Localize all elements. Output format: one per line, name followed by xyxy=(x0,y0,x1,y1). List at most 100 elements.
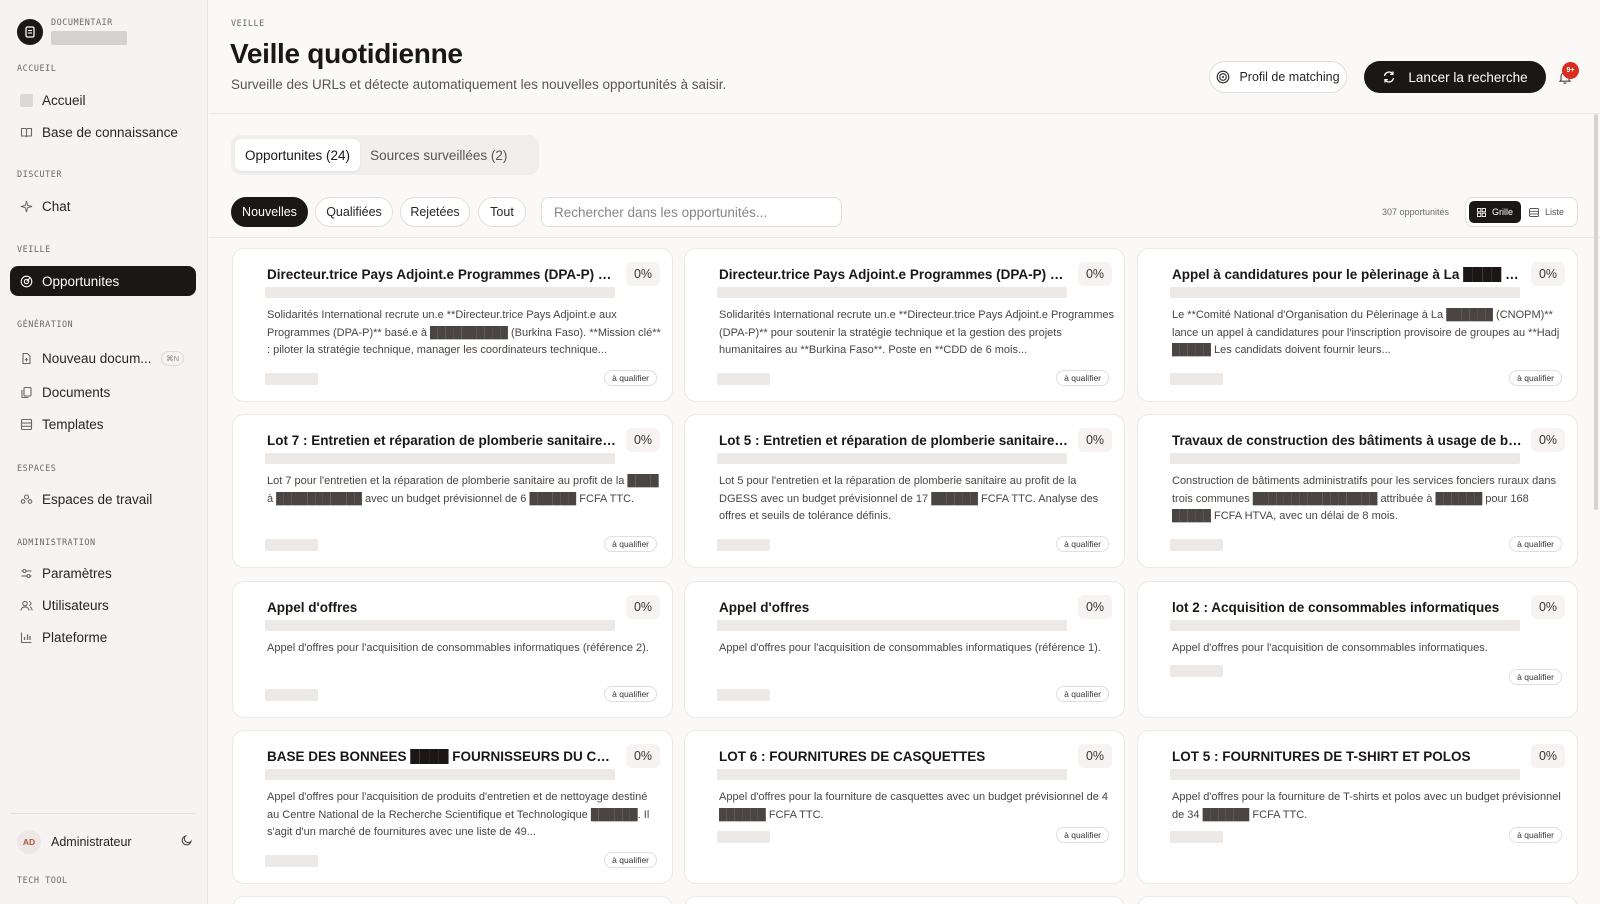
section-discuter: DISCUTER xyxy=(17,170,62,180)
card-title: Appel d'offres xyxy=(719,600,810,615)
opportunity-card[interactable] xyxy=(1137,896,1578,904)
opportunity-card[interactable]: Appel à candidatures pour le pèlerinage … xyxy=(1137,248,1578,402)
layout-icon xyxy=(20,418,33,431)
status-badge[interactable]: à qualifier xyxy=(1056,827,1109,843)
users-group-icon xyxy=(20,493,33,506)
sidebar-item-espaces[interactable]: Espaces de travail xyxy=(10,484,196,514)
sidebar-item-label: Opportunites xyxy=(42,273,120,289)
card-meta-redacted xyxy=(265,620,615,631)
sidebar-item-label: Nouveau docum... xyxy=(42,350,152,366)
sidebar-item-documents[interactable]: Documents xyxy=(10,377,196,407)
card-title: lot 2 : Acquisition de consommables info… xyxy=(1172,600,1500,615)
card-title: Directeur.trice Pays Adjoint.e Programme… xyxy=(719,267,1069,282)
card-meta-redacted xyxy=(265,453,615,464)
filter-tout[interactable]: Tout xyxy=(478,197,526,227)
brand[interactable]: DOCUMENTAIR xyxy=(17,18,127,45)
sidebar-item-base-connaissance[interactable]: Base de connaissance xyxy=(10,117,196,147)
status-badge[interactable]: à qualifier xyxy=(1056,686,1109,702)
sidebar-item-parametres[interactable]: Paramètres xyxy=(10,558,196,588)
sidebar-item-utilisateurs[interactable]: Utilisateurs xyxy=(10,590,196,620)
user-menu[interactable]: AD Administrateur xyxy=(17,830,193,854)
card-match-score: 0% xyxy=(626,595,660,619)
user-name: Administrateur xyxy=(51,835,132,849)
opportunity-card[interactable] xyxy=(684,896,1125,904)
card-description: Appel d'offres pour l'acquisition de pro… xyxy=(267,791,650,838)
card-meta-redacted xyxy=(1170,453,1520,464)
page-title: Veille quotidienne xyxy=(230,38,463,69)
status-badge[interactable]: à qualifier xyxy=(1509,370,1562,386)
sidebar-item-accueil[interactable]: Accueil xyxy=(10,85,196,115)
profil-matching-button[interactable]: Profil de matching xyxy=(1209,61,1347,93)
card-date-redacted xyxy=(265,855,318,867)
filter-qualifiees[interactable]: Qualifiées xyxy=(315,197,393,227)
notification-badge: 9+ xyxy=(1562,62,1579,79)
card-meta-redacted xyxy=(717,287,1067,298)
status-badge[interactable]: à qualifier xyxy=(604,686,657,702)
opportunity-card[interactable]: Travaux de construction des bâtiments à … xyxy=(1137,414,1578,568)
card-date-redacted xyxy=(717,831,770,843)
scrollbar[interactable] xyxy=(1594,114,1598,510)
opportunity-card[interactable]: Lot 7 : Entretien et réparation de plomb… xyxy=(232,414,673,568)
card-title: LOT 5 : FOURNITURES DE T-SHIRT ET POLOS xyxy=(1172,749,1471,764)
search-input[interactable] xyxy=(541,197,842,227)
sidebar-item-label: Paramètres xyxy=(42,565,112,581)
card-meta-redacted xyxy=(1170,620,1520,631)
opportunity-card[interactable]: BASE DES BONNEES ████ FOURNISSEURS DU CE… xyxy=(232,730,673,884)
view-grid-button[interactable]: Grille xyxy=(1469,201,1522,223)
sidebar-item-plateforme[interactable]: Plateforme xyxy=(10,622,196,652)
brand-label: DOCUMENTAIR xyxy=(51,18,113,28)
sidebar-item-chat[interactable]: Chat xyxy=(10,191,196,221)
status-badge[interactable]: à qualifier xyxy=(604,536,657,552)
status-badge[interactable]: à qualifier xyxy=(1509,669,1562,685)
status-badge[interactable]: à qualifier xyxy=(1509,536,1562,552)
sparkle-icon xyxy=(20,200,33,213)
avatar: AD xyxy=(17,830,41,854)
lancer-recherche-label: Lancer la recherche xyxy=(1408,69,1528,85)
card-date-redacted xyxy=(265,689,318,701)
filter-rejetees[interactable]: Rejetées xyxy=(400,197,470,227)
section-espaces: ESPACES xyxy=(17,464,57,474)
card-match-score: 0% xyxy=(1531,744,1565,768)
tab-sources[interactable]: Sources surveillées (2) xyxy=(360,139,517,171)
card-date-redacted xyxy=(717,373,770,385)
sidebar-item-nouveau-document[interactable]: Nouveau docum... ⌘N xyxy=(10,343,196,373)
sidebar-item-templates[interactable]: Templates xyxy=(10,409,196,439)
opportunity-card[interactable]: Directeur.trice Pays Adjoint.e Programme… xyxy=(684,248,1125,402)
status-badge[interactable]: à qualifier xyxy=(1509,827,1562,843)
status-badge[interactable]: à qualifier xyxy=(1056,370,1109,386)
card-date-redacted xyxy=(265,539,318,551)
status-badge[interactable]: à qualifier xyxy=(1056,536,1109,552)
opportunity-card[interactable]: Appel d'offres 0% Appel d'offres pour l'… xyxy=(684,581,1125,718)
lancer-recherche-button[interactable]: Lancer la recherche xyxy=(1364,61,1546,93)
section-administration: ADMINISTRATION xyxy=(17,538,96,548)
opportunity-card[interactable]: LOT 6 : FOURNITURES DE CASQUETTES 0% App… xyxy=(684,730,1125,884)
users-icon xyxy=(20,599,33,612)
opportunity-card[interactable]: Lot 5 : Entretien et réparation de plomb… xyxy=(684,414,1125,568)
card-meta-redacted xyxy=(1170,769,1520,780)
card-title: LOT 6 : FOURNITURES DE CASQUETTES xyxy=(719,749,986,764)
sidebar-item-label: Plateforme xyxy=(42,629,108,645)
card-match-score: 0% xyxy=(1078,262,1112,286)
card-meta-redacted xyxy=(265,769,615,780)
card-match-score: 0% xyxy=(626,262,660,286)
filter-nouvelles[interactable]: Nouvelles xyxy=(231,197,308,227)
opportunity-card[interactable]: LOT 5 : FOURNITURES DE T-SHIRT ET POLOS … xyxy=(1137,730,1578,884)
tab-opportunites[interactable]: Opportunites (24) xyxy=(235,139,361,171)
profil-matching-label: Profil de matching xyxy=(1239,70,1340,84)
view-list-button[interactable]: Liste xyxy=(1521,201,1572,223)
sliders-icon xyxy=(20,567,33,580)
moon-icon[interactable] xyxy=(181,833,193,851)
files-icon xyxy=(20,386,33,399)
view-list-label: Liste xyxy=(1545,207,1565,217)
opportunity-card[interactable] xyxy=(232,896,673,904)
view-toggle: Grille Liste xyxy=(1465,197,1578,227)
opportunity-card[interactable]: lot 2 : Acquisition de consommables info… xyxy=(1137,581,1578,718)
card-title: Appel à candidatures pour le pèlerinage … xyxy=(1172,267,1522,282)
status-badge[interactable]: à qualifier xyxy=(604,852,657,868)
sidebar-item-label: Utilisateurs xyxy=(42,597,109,613)
opportunity-card[interactable]: Directeur.trice Pays Adjoint.e Programme… xyxy=(232,248,673,402)
status-badge[interactable]: à qualifier xyxy=(604,370,657,386)
tab-bar: Opportunites (24) Sources surveillées (2… xyxy=(231,135,539,175)
sidebar-item-opportunites[interactable]: Opportunites xyxy=(10,266,196,296)
opportunity-card[interactable]: Appel d'offres 0% Appel d'offres pour l'… xyxy=(232,581,673,718)
